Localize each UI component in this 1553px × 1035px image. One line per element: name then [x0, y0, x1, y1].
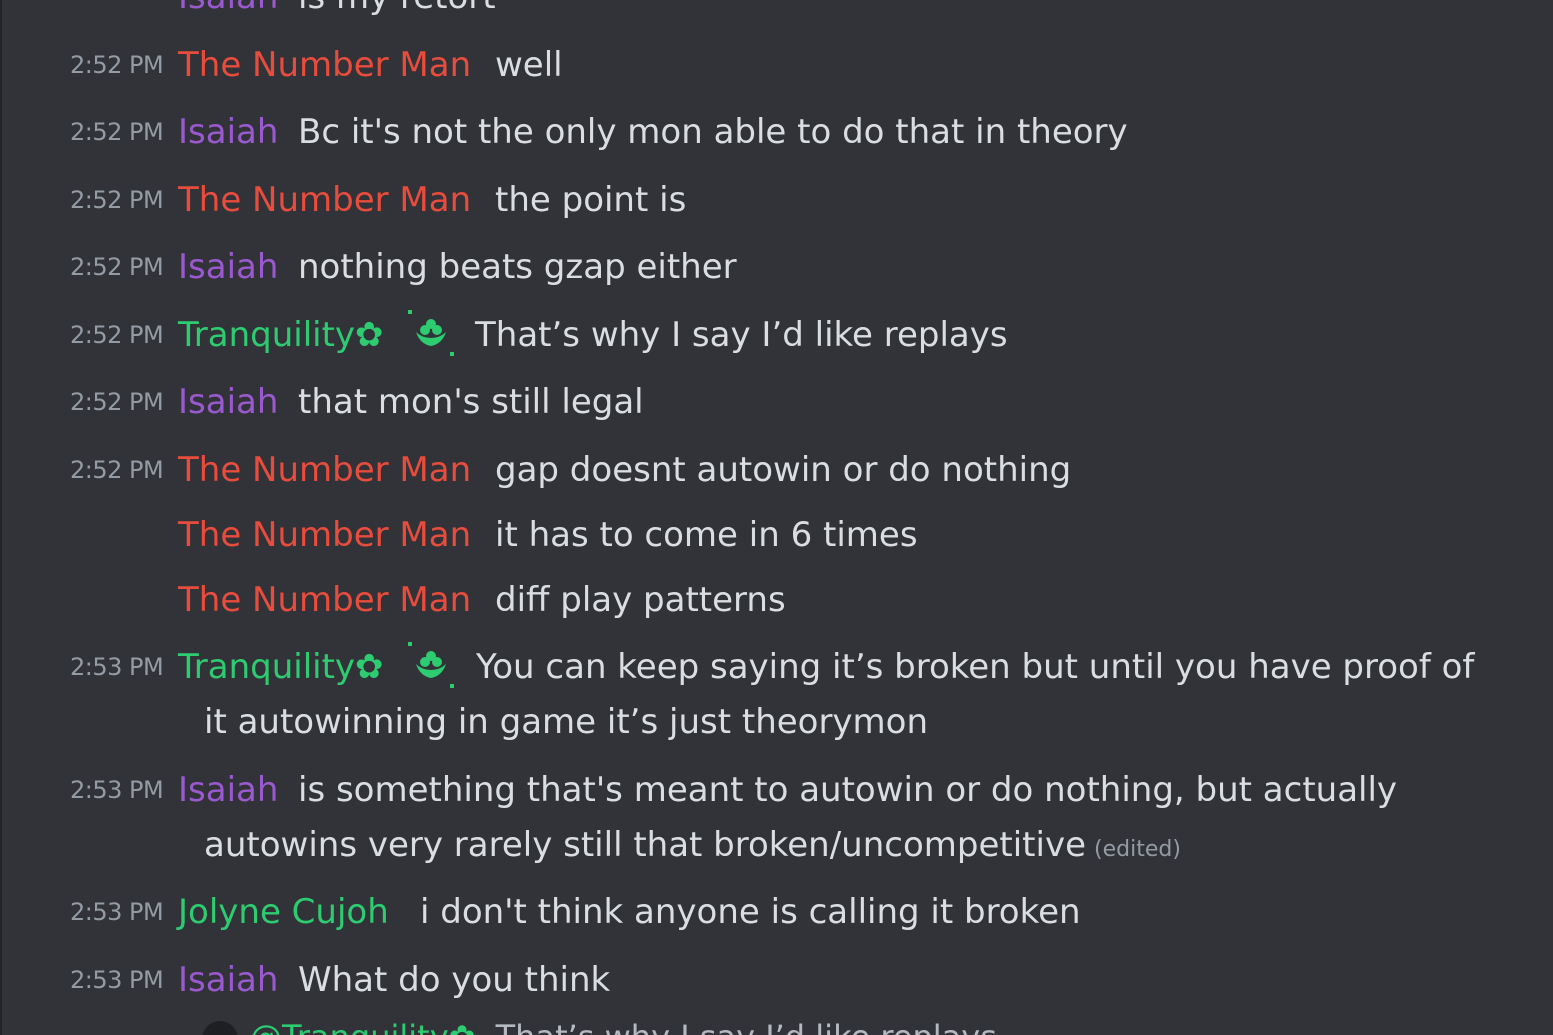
- timestamp[interactable]: 2:53 PM: [70, 953, 164, 1008]
- reply-text: That’s why I say I’d like replays: [496, 1018, 997, 1035]
- timestamp[interactable]: 2:52 PM: [70, 240, 164, 295]
- username[interactable]: The Number Man: [178, 508, 471, 563]
- timestamp[interactable]: 2:52 PM: [70, 173, 164, 228]
- username[interactable]: The Number Man: [178, 443, 471, 498]
- timestamp[interactable]: 2:52 PM: [70, 443, 164, 498]
- timestamp[interactable]: 2:52 PM: [70, 308, 164, 363]
- avatar[interactable]: [202, 1021, 238, 1035]
- timestamp[interactable]: 2:52 PM: [70, 105, 164, 160]
- message-text: is my retort: [298, 0, 496, 25]
- message-text: it has to come in 6 times: [495, 515, 918, 555]
- message-text: Bc it's not the only mon able to do that…: [298, 112, 1128, 152]
- timestamp[interactable]: 2:52 PM: [70, 375, 164, 430]
- message-text: What do you think: [298, 960, 611, 1000]
- message-text: gap doesnt autowin or do nothing: [495, 450, 1072, 490]
- timestamp[interactable]: 2:53 PM: [70, 763, 164, 818]
- username[interactable]: Isaiah: [178, 953, 278, 1008]
- flower-role-icon[interactable]: [406, 308, 456, 358]
- reply-mention[interactable]: @Tranquility✿: [250, 1018, 475, 1035]
- message-text-continued: autowins very rarely still that broken/u…: [204, 818, 1181, 877]
- timestamp[interactable]: 2:53 PM: [70, 885, 164, 940]
- username[interactable]: Isaiah: [178, 0, 278, 25]
- chat-log: Isaiah is my retort 2:52 PM The Number M…: [0, 0, 1553, 1035]
- message: 2:53 PM Tranquility✿ You can keep saying…: [2, 640, 1502, 750]
- message-text: is something that's meant to autowin or …: [298, 770, 1398, 810]
- username[interactable]: Isaiah: [178, 763, 278, 818]
- message-text: that mon's still legal: [298, 382, 644, 422]
- username[interactable]: Isaiah: [178, 375, 278, 430]
- username[interactable]: Tranquility✿: [178, 640, 384, 695]
- message: 2:53 PM Isaiah is something that's meant…: [2, 763, 1502, 873]
- username[interactable]: The Number Man: [178, 573, 471, 628]
- message-text: That’s why I say I’d like replays: [475, 315, 1008, 355]
- timestamp[interactable]: 2:52 PM: [70, 38, 164, 93]
- username[interactable]: Tranquility✿: [178, 308, 384, 363]
- reply-preview[interactable]: @Tranquility✿ That’s why I say I’d like …: [202, 1018, 997, 1035]
- message-text: the point is: [495, 180, 687, 220]
- username[interactable]: Isaiah: [178, 105, 278, 160]
- message-text: nothing beats gzap either: [298, 247, 737, 287]
- username[interactable]: The Number Man: [178, 38, 471, 93]
- message-text-line2: autowins very rarely still that broken/u…: [204, 825, 1086, 865]
- message-text: You can keep saying it’s broken but unti…: [476, 647, 1475, 687]
- username[interactable]: The Number Man: [178, 173, 471, 228]
- username[interactable]: Jolyne Cujoh: [178, 885, 389, 940]
- message-text: well: [495, 45, 563, 85]
- edited-label: (edited): [1094, 837, 1181, 862]
- message-text: diff play patterns: [495, 580, 786, 620]
- timestamp[interactable]: 2:53 PM: [70, 640, 164, 695]
- message-text-continued: it autowinning in game it’s just theorym…: [204, 702, 929, 742]
- flower-role-icon[interactable]: [406, 640, 456, 690]
- message-text: i don't think anyone is calling it broke…: [420, 892, 1081, 932]
- username[interactable]: Isaiah: [178, 240, 278, 295]
